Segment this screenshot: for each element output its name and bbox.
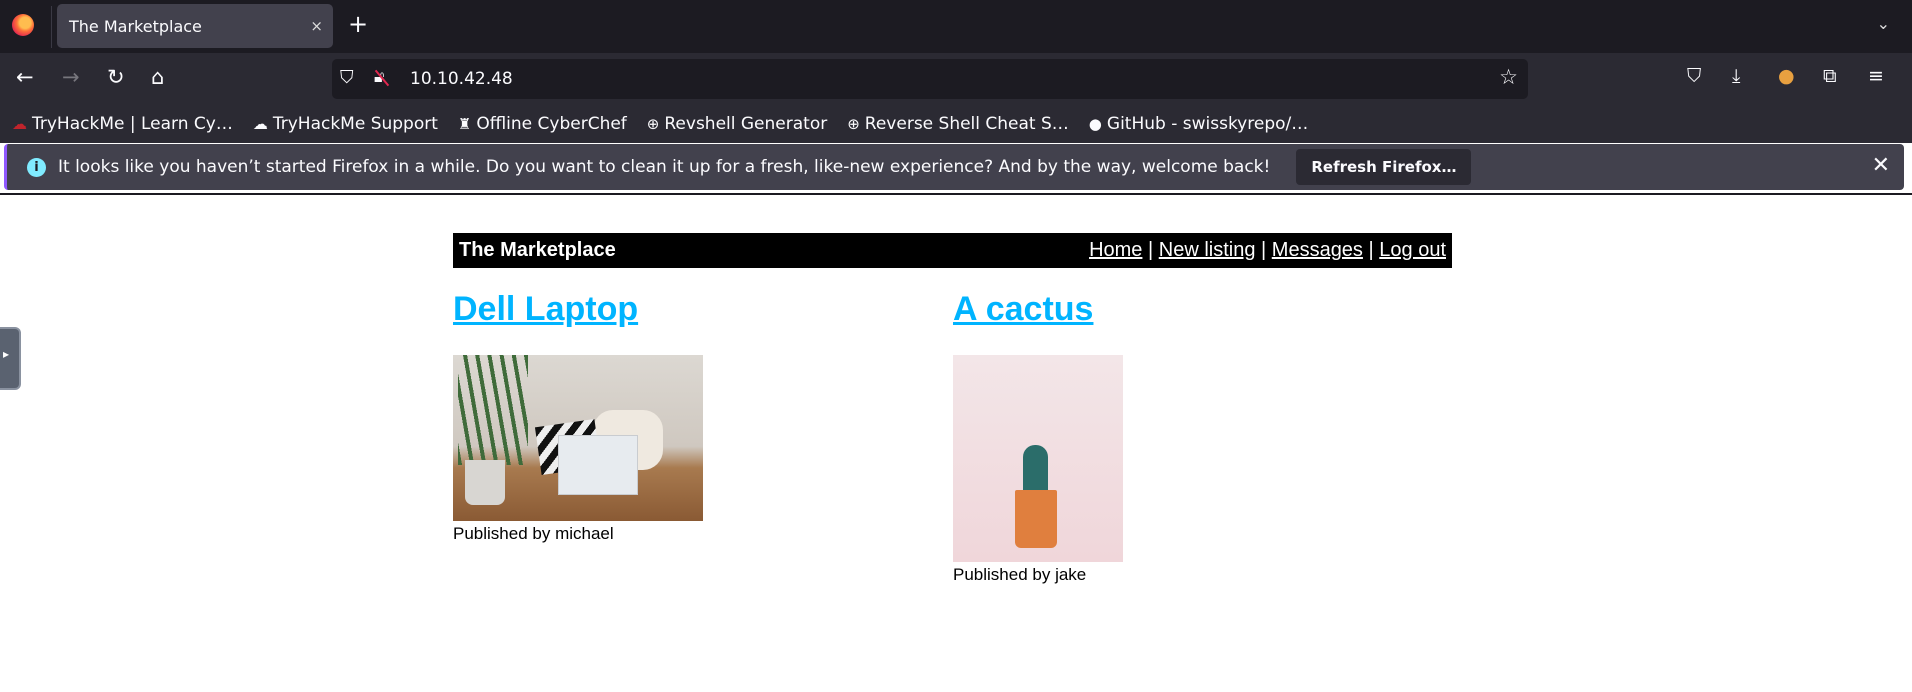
globe-icon: ⊕ [847,115,860,133]
listing-image-laptop[interactable] [453,355,703,521]
separator: | [1147,239,1154,261]
url-bar[interactable]: ⛉ 🔓︎ 10.10.42.48 ☆ [332,59,1528,99]
forward-icon[interactable]: → [62,65,80,89]
notification-bar: i It looks like you haven’t started Fire… [4,144,1904,190]
site-nav: Home | New listing | Messages | Log out [1089,239,1446,262]
extensions-icon[interactable]: ⧉ [1823,65,1837,87]
home-icon[interactable]: ⌂ [151,65,164,89]
notification-message: It looks like you haven’t started Firefo… [58,157,1271,177]
listing-image-cactus[interactable] [953,355,1123,562]
bookmark-label: Offline CyberChef [476,114,627,134]
reload-icon[interactable]: ↻ [107,65,125,89]
separator: | [1368,239,1374,261]
published-by: Published by michael [453,524,614,543]
insecure-lock-icon[interactable]: 🔓︎ [374,67,384,87]
new-tab-button[interactable]: + [348,10,368,38]
divider [0,193,1912,195]
listing-title-link[interactable]: Dell Laptop [453,290,638,328]
nav-new-listing[interactable]: New listing [1159,239,1256,261]
bookmark-star-icon[interactable]: ☆ [1499,65,1518,89]
bookmark-cyberchef[interactable]: ♜ Offline CyberChef [458,114,627,134]
info-icon: i [27,157,46,177]
chef-icon: ♜ [457,115,472,133]
refresh-firefox-button[interactable]: Refresh Firefox… [1296,149,1472,185]
listing-card: Dell Laptop Published by michael [453,290,703,544]
back-icon[interactable]: ← [16,65,34,89]
bookmark-tryhackme-support[interactable]: ☁ TryHackMe Support [253,114,438,134]
bookmarks-toolbar: ☁ TryHackMe | Learn Cy… ☁ TryHackMe Suppor… [0,105,1912,143]
download-icon[interactable]: ⤓ [1732,65,1740,87]
bookmark-tryhackme[interactable]: ☁ TryHackMe | Learn Cy… [12,114,233,134]
github-icon: ● [1088,115,1102,133]
bookmark-revshell[interactable]: ⊕ Revshell Generator [647,114,827,134]
pocket-icon[interactable]: ⛉ [1687,65,1701,87]
site-header: The Marketplace Home | New listing | Mes… [453,233,1452,268]
side-panel-handle[interactable] [0,327,21,390]
globe-icon: ⊕ [646,115,660,133]
bookmark-label: Reverse Shell Cheat S… [864,114,1069,134]
nav-home[interactable]: Home [1089,239,1142,261]
bookmark-label: TryHackMe | Learn Cy… [32,114,233,134]
cloud-icon: ☁ [252,115,268,133]
bookmark-label: Revshell Generator [664,114,828,134]
nav-log-out[interactable]: Log out [1379,239,1446,261]
bookmark-label: GitHub - swisskyrepo/… [1106,114,1309,134]
menu-icon[interactable]: ≡ [1868,65,1884,87]
tab-close-icon[interactable]: × [310,17,323,35]
divider [51,6,52,48]
listing-card: A cactus Published by jake [953,290,1123,585]
extension-badge-icon[interactable]: ● [1778,65,1795,87]
separator: | [1261,239,1267,261]
cloud-icon: ☁ [12,115,27,133]
bookmark-reverse-shell-cheat[interactable]: ⊕ Reverse Shell Cheat S… [847,114,1069,134]
shield-icon[interactable]: ⛉ [340,67,354,88]
firefox-logo-icon[interactable] [12,14,34,36]
tab-title: The Marketplace [69,16,202,36]
bookmark-label: TryHackMe Support [272,114,438,134]
site-title: The Marketplace [459,239,616,261]
list-all-tabs-chevron-icon[interactable]: ⌄ [1877,14,1890,33]
listing-title-link[interactable]: A cactus [953,290,1093,328]
tab-bar: The Marketplace × + ⌄ [0,0,1912,53]
published-by: Published by jake [953,565,1087,584]
close-icon[interactable]: ✕ [1872,153,1890,178]
url-input[interactable]: 10.10.42.48 [410,69,513,89]
navigation-toolbar: ← → ↻ ⌂ ⛉ 🔓︎ 10.10.42.48 ☆ ⛉ ⤓ ● ⧉ ≡ [0,53,1912,105]
bookmark-github[interactable]: ● GitHub - swisskyrepo/… [1089,114,1308,134]
tab-the-marketplace[interactable]: The Marketplace × [57,4,333,48]
nav-messages[interactable]: Messages [1272,239,1363,261]
